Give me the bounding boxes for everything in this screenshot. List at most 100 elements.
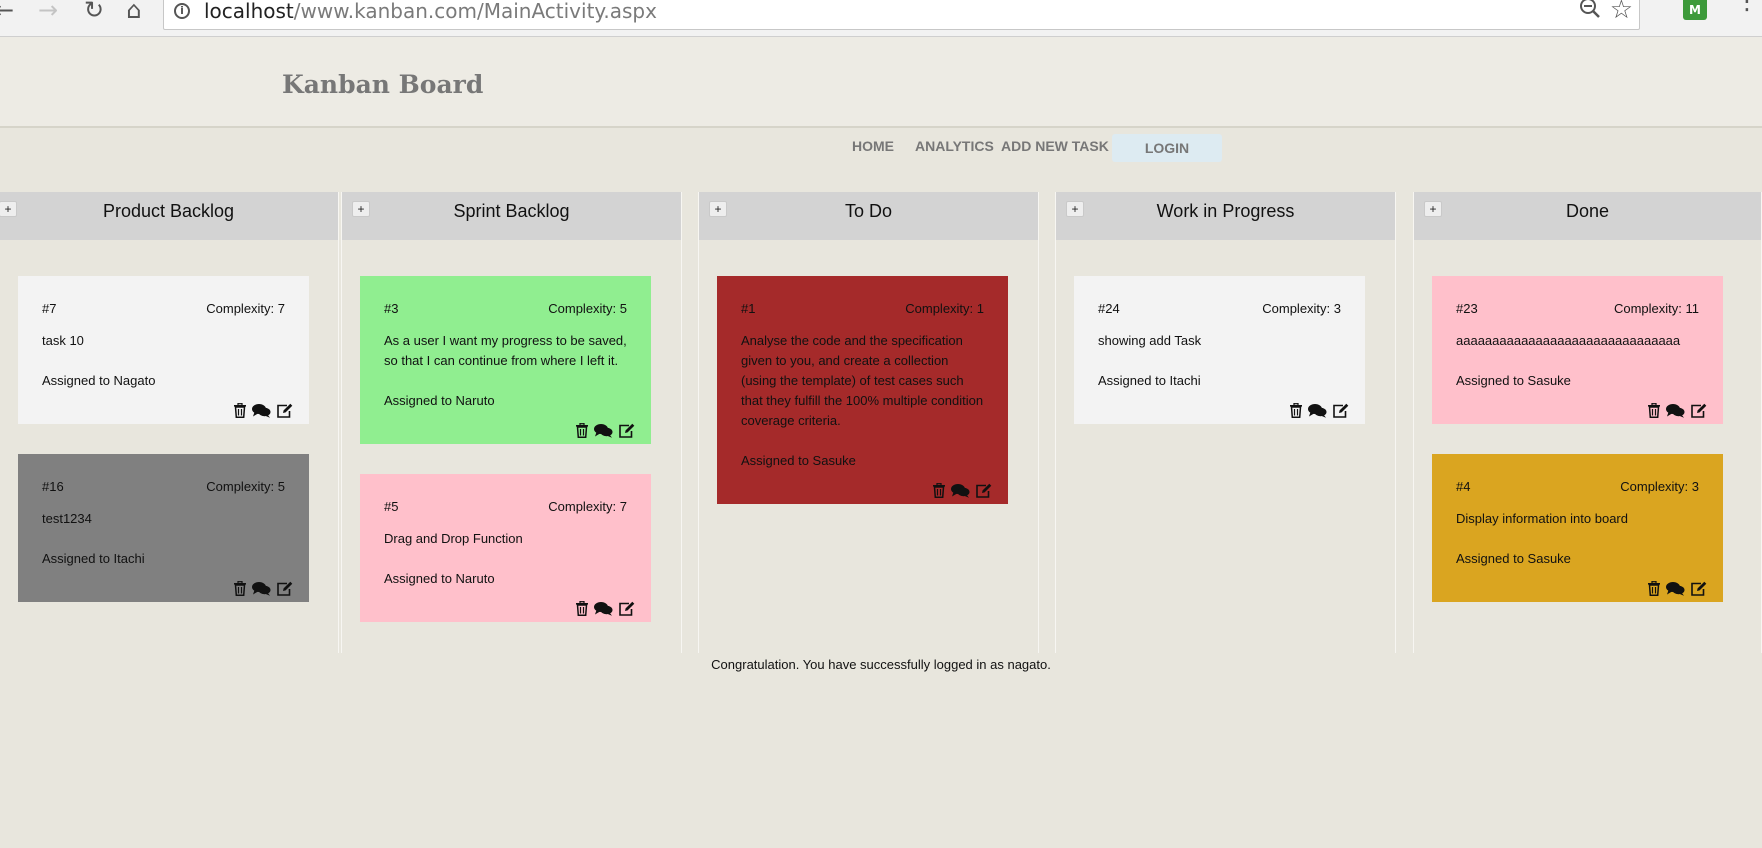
task-id: #24 (1098, 301, 1120, 316)
zoom-out-icon[interactable] (1579, 0, 1601, 25)
task-complexity: Complexity: 5 (548, 301, 627, 316)
kanban-board: + Product Backlog #7 Complexity: 7 task 10 As… (0, 192, 1762, 653)
trash-icon[interactable] (1647, 581, 1661, 596)
task-card[interactable]: #1 Complexity: 1 Analyse the code and the … (717, 276, 1008, 504)
task-card[interactable]: #5 Complexity: 7 Drag and Drop Function Ass… (360, 474, 651, 622)
nav-analytics[interactable]: ANALYTICS (915, 138, 994, 154)
column-to-do: + To Do #1 Complexity: 1 Analyse the code an… (698, 192, 1039, 653)
task-id: #1 (741, 301, 756, 316)
nav-home[interactable]: HOME (852, 138, 894, 154)
nav-add-task[interactable]: ADD NEW TASK (1001, 138, 1109, 154)
task-assignee: Assigned to Sasuke (1456, 373, 1571, 388)
column-title: Product Backlog (102, 201, 235, 221)
info-icon[interactable]: i (174, 3, 190, 19)
comments-icon[interactable] (951, 483, 970, 498)
back-arrow-icon[interactable]: ← (0, 0, 16, 22)
column-done: + Done #23 Complexity: 11 aaaaaaaaaaaaaaaaaa… (1413, 192, 1762, 653)
task-card[interactable]: #3 Complexity: 5 As a user I want my progr… (360, 276, 651, 444)
task-complexity: Complexity: 5 (206, 479, 285, 494)
column-header: + To Do (699, 192, 1038, 240)
edit-icon[interactable] (276, 403, 293, 418)
column-title: Work in Progress (1156, 201, 1295, 221)
reload-icon[interactable]: ↻ (82, 0, 106, 22)
task-assignee: Assigned to Sasuke (1456, 551, 1571, 566)
home-icon[interactable]: ⌂ (122, 0, 146, 22)
task-assignee: Assigned to Itachi (42, 551, 145, 566)
task-assignee: Assigned to Sasuke (741, 453, 856, 468)
task-id: #4 (1456, 479, 1471, 494)
card-actions (1647, 403, 1707, 418)
column-title: Sprint Backlog (453, 201, 570, 221)
task-complexity: Complexity: 11 (1613, 301, 1699, 316)
extension-icon[interactable]: M (1683, 0, 1707, 20)
trash-icon[interactable] (932, 483, 946, 498)
task-complexity: Complexity: 7 (548, 499, 627, 514)
column-header: + Sprint Backlog (342, 192, 681, 240)
comments-icon[interactable] (1308, 403, 1327, 418)
trash-icon[interactable] (233, 581, 247, 596)
trash-icon[interactable] (575, 423, 589, 438)
column-work-in-progress: + Work in Progress #24 Complexity: 3 showing… (1055, 192, 1396, 653)
card-actions (575, 601, 635, 616)
column-header: + Done (1414, 192, 1761, 240)
status-message: Congratulation. You have successfully lo… (711, 657, 1051, 672)
edit-icon[interactable] (618, 601, 635, 616)
comments-icon[interactable] (1666, 581, 1685, 596)
card-actions (233, 403, 293, 418)
task-id: #16 (42, 479, 64, 494)
comments-icon[interactable] (252, 581, 271, 596)
column-product-backlog: + Product Backlog #7 Complexity: 7 task 10 As… (0, 192, 339, 653)
column-title: Done (1565, 201, 1610, 221)
menu-dots-icon[interactable]: ⋮ (1735, 0, 1759, 14)
task-card[interactable]: #23 Complexity: 11 aaaaaaaaaaaaaaaaaaaaaaa… (1432, 276, 1723, 424)
comments-icon[interactable] (594, 601, 613, 616)
task-description: As a user I want my progress to be saved… (384, 333, 627, 368)
card-actions (233, 581, 293, 596)
card-actions (1289, 403, 1349, 418)
edit-icon[interactable] (1690, 581, 1707, 596)
task-description: Display information into board (1456, 511, 1628, 526)
card-actions (932, 483, 992, 498)
column-title: To Do (844, 201, 893, 221)
trash-icon[interactable] (1647, 403, 1661, 418)
task-assignee: Assigned to Naruto (384, 571, 495, 586)
task-description: task 10 (42, 333, 84, 348)
task-complexity: Complexity: 3 (1262, 301, 1341, 316)
browser-toolbar: ← → ↻ ⌂ i localhost/www.kanban.com/MainA… (0, 0, 1762, 37)
task-card[interactable]: #7 Complexity: 7 task 10 Assigned to Nagato (18, 276, 309, 424)
edit-icon[interactable] (276, 581, 293, 596)
task-assignee: Assigned to Naruto (384, 393, 495, 408)
url-text[interactable]: localhost/www.kanban.com/MainActivity.as… (204, 0, 657, 23)
trash-icon[interactable] (233, 403, 247, 418)
task-assignee: Assigned to Itachi (1098, 373, 1201, 388)
trash-icon[interactable] (575, 601, 589, 616)
card-actions (1647, 581, 1707, 596)
column-sprint-backlog: + Sprint Backlog #3 Complexity: 5 As a user … (341, 192, 682, 653)
nav-login[interactable]: LOGIN (1112, 134, 1222, 162)
task-card[interactable]: #4 Complexity: 3 Display information into … (1432, 454, 1723, 602)
edit-icon[interactable] (1690, 403, 1707, 418)
comments-icon[interactable] (252, 403, 271, 418)
task-card[interactable]: #24 Complexity: 3 showing add Task Assigned… (1074, 276, 1365, 424)
task-id: #23 (1456, 301, 1478, 316)
task-id: #3 (384, 301, 399, 316)
edit-icon[interactable] (1332, 403, 1349, 418)
url-host: localhost (204, 0, 294, 23)
address-bar[interactable]: i localhost/www.kanban.com/MainActivity.… (163, 0, 1640, 30)
column-header: + Product Backlog (0, 192, 338, 240)
trash-icon[interactable] (1289, 403, 1303, 418)
task-description: aaaaaaaaaaaaaaaaaaaaaaaaaaaaaaa (1456, 333, 1681, 348)
forward-arrow-icon[interactable]: → (36, 0, 60, 22)
task-complexity: Complexity: 7 (206, 301, 285, 316)
task-description: Drag and Drop Function (384, 531, 523, 546)
edit-icon[interactable] (618, 423, 635, 438)
task-description: Analyse the code and the specification g… (741, 333, 984, 428)
task-card[interactable]: #16 Complexity: 5 test1234 Assigned to Itac… (18, 454, 309, 602)
task-description: test1234 (42, 511, 92, 526)
comments-icon[interactable] (594, 423, 613, 438)
edit-icon[interactable] (975, 483, 992, 498)
bookmark-star-icon[interactable]: ☆ (1610, 0, 1633, 25)
comments-icon[interactable] (1666, 403, 1685, 418)
url-path: /www.kanban.com/MainActivity.aspx (293, 0, 657, 23)
column-header: + Work in Progress (1056, 192, 1395, 240)
